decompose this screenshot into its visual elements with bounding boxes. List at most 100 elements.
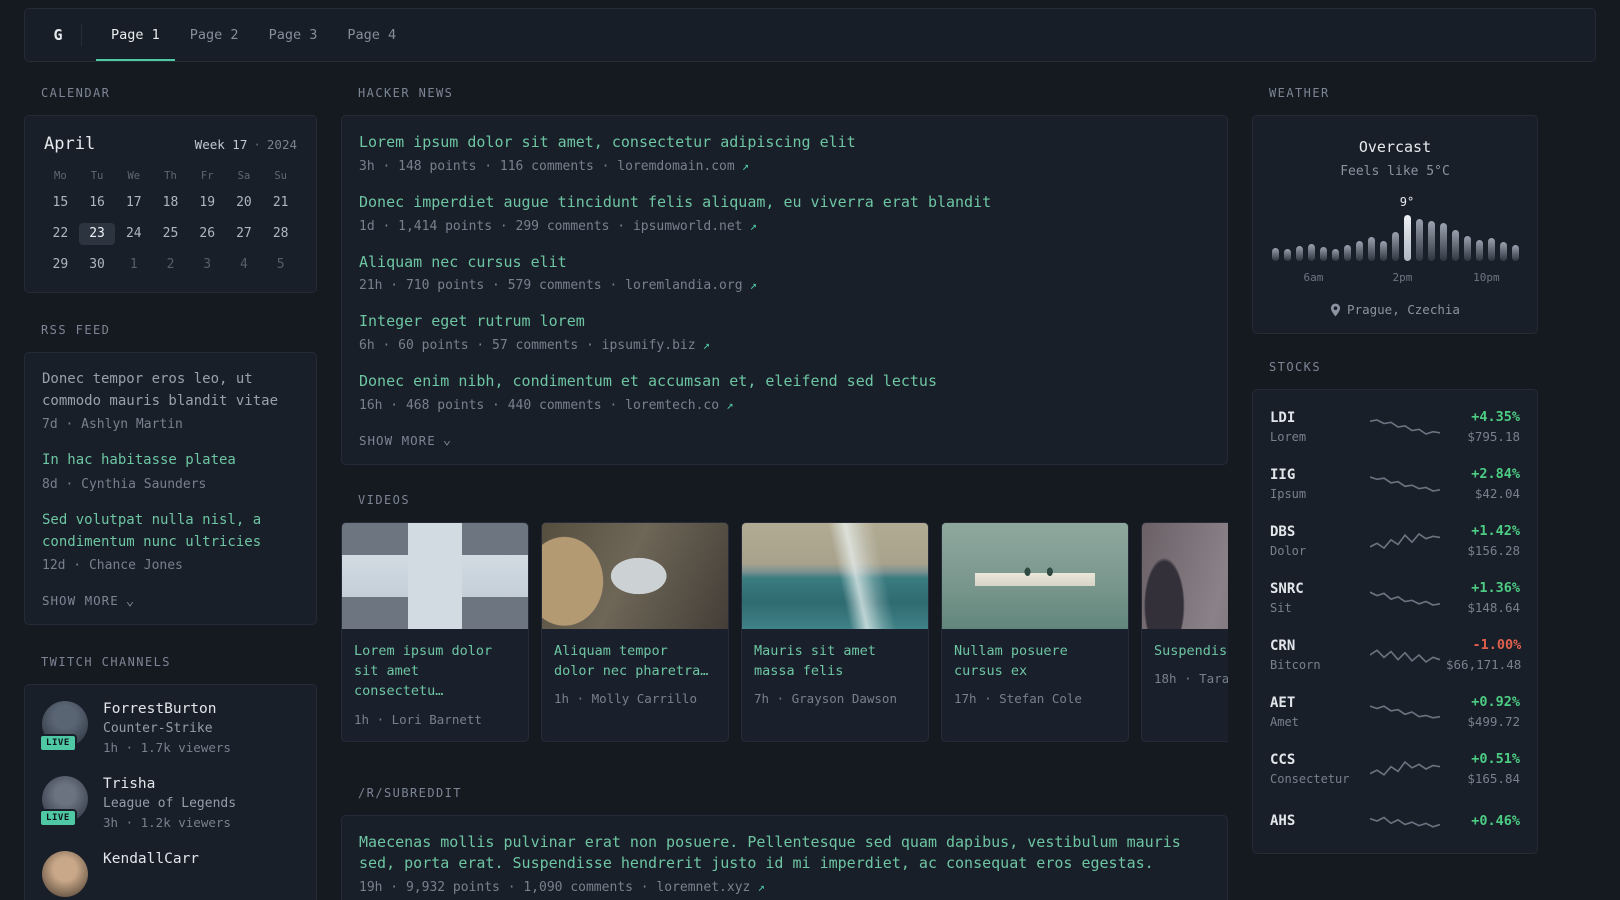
video-meta: 1h · Lori Barnett [354, 711, 482, 727]
hackernews-item-domain[interactable]: loremdomain.com [617, 159, 734, 174]
tab-page-3[interactable]: Page 3 [254, 9, 333, 61]
videos-widget: VIDEOS Lorem ipsum dolor sit amet consec… [341, 493, 1228, 742]
weather-hour-bar [1271, 248, 1279, 261]
subreddit-item-domain[interactable]: loremnet.xyz [656, 880, 750, 895]
stock-row[interactable]: CRN Bitcorn -1.00% $66,171.48 [1270, 626, 1521, 683]
calendar-day[interactable]: 21 [262, 192, 299, 214]
hackernews-item-info: 21h · 710 points · 579 comments [359, 278, 602, 294]
weather-hour-bar [1499, 242, 1507, 261]
channel-name[interactable]: ForrestBurton [103, 701, 231, 717]
video-title[interactable]: Mauris sit amet massa felis [754, 641, 916, 682]
hackernews-item-domain[interactable]: loremlandia.org [625, 278, 742, 293]
hackernews-show-more-button[interactable]: SHOW MORE ⌄ [359, 433, 1210, 448]
stock-symbol: LDI [1270, 409, 1296, 426]
stock-row[interactable]: IIG Ipsum +2.84% $42.04 [1270, 455, 1520, 512]
rss-section-header: RSS FEED [41, 323, 111, 337]
video-title[interactable]: Suspendisse diam [1154, 641, 1228, 661]
calendar-day[interactable]: 28 [262, 223, 299, 245]
meta-separator: · [578, 338, 602, 353]
video-card[interactable]: Aliquam tempor dolor nec pharetra… 1h · M… [541, 521, 729, 742]
calendar-day[interactable]: 29 [42, 254, 79, 276]
weather-hour-bar [1319, 247, 1327, 261]
calendar-day[interactable]: 23 [78, 223, 116, 245]
stock-values: +0.92% $499.72 [1467, 694, 1520, 729]
video-title[interactable]: Nullam posuere cursus ex [954, 641, 1116, 682]
avatar-image [42, 851, 88, 898]
hackernews-item-title[interactable]: Lorem ipsum dolor sit amet, consectetur … [359, 132, 1210, 154]
video-title[interactable]: Lorem ipsum dolor sit amet consectetu… [354, 641, 516, 702]
hackernews-item-title[interactable]: Aliquam nec cursus elit [359, 252, 1210, 274]
calendar-day[interactable]: 30 [79, 254, 116, 276]
twitch-channel-row[interactable]: LIVE ForrestBurton Counter-Strike 1h · 1.7k… [39, 701, 299, 755]
calendar-day[interactable]: 3 [189, 254, 226, 276]
calendar-day[interactable]: 25 [152, 223, 189, 245]
twitch-channel-row[interactable]: KendallCarr [42, 851, 299, 898]
weather-hourly-chart: 9° [1270, 195, 1520, 261]
weather-hour-bar [1379, 241, 1387, 261]
stock-row[interactable]: AHS +0.46% [1270, 797, 1520, 845]
live-badge: LIVE [39, 734, 77, 753]
calendar-day[interactable]: 5 [262, 254, 299, 276]
hackernews-item-title[interactable]: Integer eget rutrum lorem [359, 311, 1210, 333]
subreddit-card: Maecenas mollis pulvinar erat non posuer… [341, 814, 1228, 900]
hackernews-item-domain[interactable]: ipsumworld.net [633, 219, 743, 234]
calendar-day[interactable]: 18 [152, 192, 189, 214]
tab-page-4[interactable]: Page 4 [332, 9, 411, 61]
calendar-day[interactable]: 2 [152, 254, 189, 276]
stock-row[interactable]: DBS Dolor +1.42% $156.28 [1270, 512, 1520, 569]
calendar-day[interactable]: 27 [226, 223, 263, 245]
hackernews-item: Aliquam nec cursus elit 21h · 710 points … [359, 252, 1210, 294]
calendar-day-header: Sa [237, 170, 251, 182]
channel-game[interactable]: Counter-Strike [103, 721, 231, 736]
stock-values: -1.00% $66,171.48 [1446, 637, 1521, 672]
stock-row[interactable]: AET Amet +0.92% $499.72 [1270, 683, 1520, 740]
hackernews-item-domain[interactable]: loremtech.co [625, 398, 719, 413]
channel-name[interactable]: KendallCarr [103, 851, 199, 867]
rss-item-title[interactable]: Donec tempor eros leo, ut commodo mauris… [42, 369, 299, 412]
hackernews-item-title[interactable]: Donec imperdiet augue tincidunt felis al… [359, 192, 1210, 214]
stock-row[interactable]: SNRC Sit +1.36% $148.64 [1270, 569, 1520, 626]
tab-page-2[interactable]: Page 2 [175, 9, 254, 61]
calendar-day[interactable]: 15 [42, 192, 79, 214]
stock-row[interactable]: LDI Lorem +4.35% $795.18 [1270, 398, 1520, 455]
calendar-day[interactable]: 17 [115, 192, 152, 214]
calendar-day[interactable]: 20 [226, 192, 263, 214]
video-card[interactable]: Suspendisse diam 18h · Tara [1141, 521, 1228, 742]
hackernews-item-domain[interactable]: ipsumify.biz [602, 338, 696, 353]
video-card[interactable]: Lorem ipsum dolor sit amet consectetu… 1h… [341, 521, 529, 742]
calendar-day[interactable]: 1 [115, 254, 152, 276]
video-meta: 17h · Stefan Cole [954, 691, 1082, 707]
calendar-day[interactable]: 24 [115, 223, 152, 245]
channel-name[interactable]: Trisha [103, 776, 236, 792]
channel-game[interactable]: League of Legends [103, 796, 236, 811]
stock-sparkline [1370, 418, 1440, 435]
chevron-down-icon: ⌄ [125, 592, 136, 609]
twitch-channel-row[interactable]: LIVE Trisha League of Legends 3h · 1.2k vie… [39, 776, 299, 830]
app-logo[interactable]: G [35, 9, 81, 61]
weather-location-text: Prague, Czechia [1347, 302, 1460, 317]
calendar-day[interactable]: 16 [79, 192, 116, 214]
hackernews-item-info: 3h · 148 points · 116 comments [359, 158, 594, 174]
calendar-day-header: We [127, 170, 141, 182]
tab-page-1[interactable]: Page 1 [96, 9, 175, 61]
weather-hour-bar [1391, 232, 1399, 261]
weather-time-label: 10pm [1473, 271, 1500, 284]
weather-hour-bar [1439, 223, 1447, 261]
calendar-day[interactable]: 26 [189, 223, 226, 245]
video-card[interactable]: Nullam posuere cursus ex 17h · Stefan Col… [941, 521, 1129, 742]
rss-item-title[interactable]: In hac habitasse platea [42, 450, 299, 472]
calendar-day[interactable]: 19 [189, 192, 226, 214]
rss-show-more-button[interactable]: SHOW MORE ⌄ [42, 593, 299, 608]
weather-hour-bar [1475, 240, 1483, 261]
rss-item-title[interactable]: Sed volutpat nulla nisl, a condimentum n… [42, 510, 299, 553]
stock-row[interactable]: CCS Consectetur +0.51% $165.84 [1270, 740, 1520, 797]
calendar-day[interactable]: 22 [42, 223, 79, 245]
calendar-day[interactable]: 4 [226, 254, 263, 276]
stock-identity: LDI Lorem [1270, 410, 1364, 444]
video-card[interactable]: Mauris sit amet massa felis 7h · Grayson … [741, 521, 929, 742]
hackernews-item-title[interactable]: Donec enim nibh, condimentum et accumsan… [359, 371, 1210, 393]
subreddit-item-title[interactable]: Maecenas mollis pulvinar erat non posuer… [359, 832, 1210, 876]
stock-sparkline [1370, 475, 1440, 492]
stock-values: +0.46% [1471, 813, 1520, 829]
video-title[interactable]: Aliquam tempor dolor nec pharetra… [554, 641, 716, 682]
